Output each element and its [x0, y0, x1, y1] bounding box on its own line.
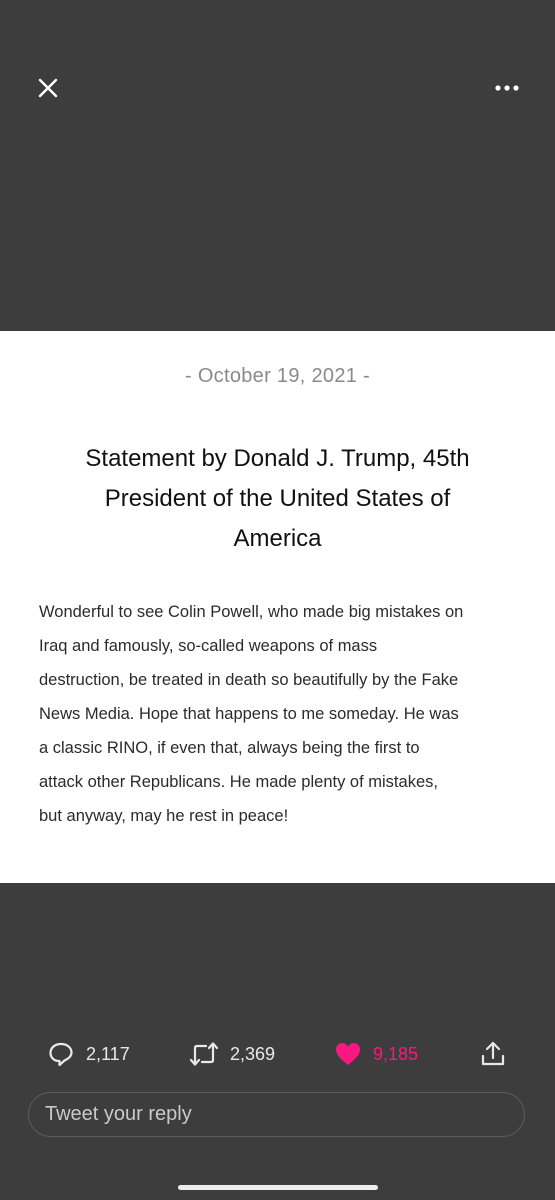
tweet-actions-bar: 2,117 2,369 9,185 — [0, 1036, 555, 1072]
statement-body-line: Iraq and famously, so-called weapons of … — [39, 637, 378, 655]
close-button[interactable] — [32, 72, 64, 104]
retweet-count: 2,369 — [230, 1043, 276, 1064]
reply-icon — [49, 1042, 73, 1067]
reply-button[interactable]: 2,117 — [46, 1036, 130, 1072]
statement-body-line: a classic RINO, if even that, always bei… — [39, 739, 420, 757]
statement-body-line: News Media. Hope that happens to me some… — [39, 705, 459, 723]
statement-title-line: America — [233, 525, 322, 552]
more-horizontal-icon — [495, 85, 519, 91]
share-button[interactable] — [478, 1036, 508, 1072]
statement-image: - October 19, 2021 - Statement by Donald… — [0, 331, 555, 883]
statement-title: Statement by Donald J. Trump, 45th Presi… — [50, 439, 505, 559]
reply-count: 2,117 — [86, 1043, 130, 1064]
heart-icon — [336, 1043, 360, 1065]
more-options-button[interactable] — [489, 78, 525, 98]
statement-body-line: attack other Republicans. He made plenty… — [39, 773, 438, 791]
retweet-button[interactable]: 2,369 — [188, 1036, 275, 1072]
statement-body-line: Wonderful to see Colin Powell, who made … — [39, 603, 464, 621]
statement-title-line: President of the United States of — [104, 485, 451, 512]
statement-date: - October 19, 2021 - — [185, 365, 370, 387]
share-icon — [481, 1041, 505, 1066]
reply-placeholder: Tweet your reply — [45, 1103, 192, 1125]
close-icon — [38, 78, 58, 98]
like-button[interactable]: 9,185 — [333, 1036, 418, 1072]
statement-body: Wonderful to see Colin Powell, who made … — [39, 595, 519, 833]
like-count: 9,185 — [373, 1043, 419, 1064]
statement-title-line: Statement by Donald J. Trump, 45th — [85, 445, 470, 472]
reply-input[interactable]: Tweet your reply — [28, 1092, 525, 1137]
statement-body-line: destruction, be treated in death so beau… — [39, 671, 459, 689]
home-indicator — [178, 1185, 378, 1190]
statement-body-line: but anyway, may he rest in peace! — [39, 807, 289, 825]
tweet-media-viewer: - October 19, 2021 - Statement by Donald… — [0, 0, 555, 1200]
retweet-icon — [189, 1042, 219, 1066]
